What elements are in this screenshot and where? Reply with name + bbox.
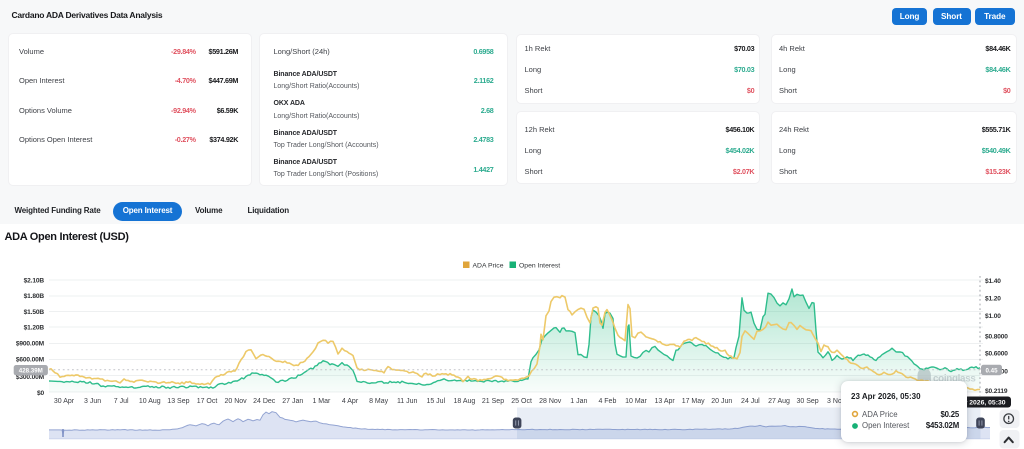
svg-text:3 Jun: 3 Jun [84,398,101,405]
svg-text:15 Jul: 15 Jul [426,398,445,405]
svg-text:10 Mar: 10 Mar [625,398,647,405]
svg-text:$600.00M: $600.00M [16,357,45,364]
svg-text:30 Apr: 30 Apr [54,398,75,405]
svg-text:20 Jun: 20 Jun [711,398,732,405]
svg-text:$0: $0 [37,390,45,397]
svg-text:428.39M: 428.39M [19,368,43,375]
svg-text:24 Dec: 24 Dec [253,398,276,405]
svg-text:$900.00M: $900.00M [16,341,45,348]
svg-text:$1.00: $1.00 [985,313,1001,320]
svg-text:$0.6000: $0.6000 [985,351,1008,358]
svg-text:10 Aug: 10 Aug [139,398,161,405]
svg-text:$1.40: $1.40 [985,278,1001,285]
svg-text:11 Jun: 11 Jun [397,398,418,405]
svg-text:17 Oct: 17 Oct [197,398,218,405]
svg-text:4 Apr: 4 Apr [342,398,359,405]
svg-text:27 Aug: 27 Aug [768,398,790,405]
svg-text:13 Sep: 13 Sep [167,398,189,405]
svg-text:21 Sep: 21 Sep [482,398,504,405]
svg-text:27 Jan: 27 Jan [282,398,303,405]
svg-text:1 Jan: 1 Jan [570,398,587,405]
svg-text:8 May: 8 May [369,398,389,405]
svg-text:20 Nov: 20 Nov [225,398,248,405]
svg-text:$0.8000: $0.8000 [985,333,1008,340]
svg-text:0.45: 0.45 [985,368,998,375]
svg-text:24 Jul: 24 Jul [741,398,760,405]
svg-text:1 Mar: 1 Mar [312,398,331,405]
svg-text:7 Jul: 7 Jul [114,398,129,405]
svg-text:$0.2119: $0.2119 [985,388,1008,395]
svg-text:Open Interest: Open Interest [519,262,560,269]
svg-text:17 May: 17 May [682,398,705,405]
svg-text:4 Feb: 4 Feb [598,398,616,405]
svg-text:$1.50B: $1.50B [24,309,45,316]
svg-text:18 Aug: 18 Aug [453,398,475,405]
svg-text:13 Apr: 13 Apr [654,398,675,405]
svg-text:$1.80B: $1.80B [24,293,45,300]
svg-text:$1.20B: $1.20B [24,325,45,332]
svg-text:28 Nov: 28 Nov [539,398,562,405]
svg-text:$2.10B: $2.10B [24,278,45,285]
svg-text:$1.20: $1.20 [985,296,1001,303]
svg-text:ADA Price: ADA Price [473,262,504,269]
svg-text:25 Oct: 25 Oct [511,398,532,405]
svg-text:30 Sep: 30 Sep [797,398,819,405]
